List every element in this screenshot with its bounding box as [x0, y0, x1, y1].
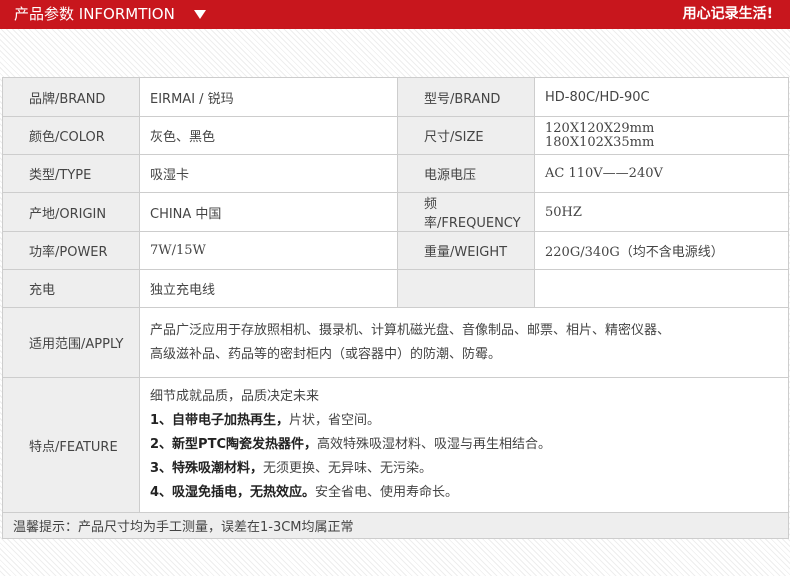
apply-line-1: 产品广泛应用于存放照相机、摄录机、计算机磁光盘、音像制品、邮票、相片、精密仪器、 — [150, 322, 671, 338]
feature-intro: 细节成就品质，品质决定未来 — [150, 389, 320, 404]
empty-label-cell — [397, 269, 535, 308]
size-value: 120X120X29mm 180X102X35mm — [534, 116, 789, 155]
table-row: 品牌/BRAND EIRMAI / 锐玛 型号/BRAND HD-80C/HD-… — [2, 77, 789, 117]
feature-1-text: 片状，省空间。 — [289, 413, 381, 428]
slogan: 用心记录生活! — [682, 6, 773, 22]
table-row: 功率/POWER 7W/15W 重量/WEIGHT 220G/340G（均不含电… — [2, 231, 789, 270]
brand-label: 品牌/BRAND — [2, 77, 140, 117]
spec-table: 品牌/BRAND EIRMAI / 锐玛 型号/BRAND HD-80C/HD-… — [2, 77, 789, 539]
charge-label: 充电 — [2, 269, 140, 308]
power-value: 7W/15W — [139, 231, 398, 270]
feature-4-text: 安全省电、使用寿命长。 — [315, 485, 459, 500]
table-row: 颜色/COLOR 灰色、黑色 尺寸/SIZE 120X120X29mm 180X… — [2, 116, 789, 155]
apply-line-2: 高级滋补品、药品等的密封柜内（或容器中）的防潮、防霉。 — [150, 346, 502, 362]
section-title: 产品参数 INFORMTION — [14, 5, 175, 23]
feature-item: 3、特殊吸潮材料，无须更换、无异味、无污染。 — [150, 457, 778, 481]
feature-label: 特点/FEATURE — [2, 377, 140, 513]
color-label: 颜色/COLOR — [2, 116, 140, 155]
table-row: 类型/TYPE 吸湿卡 电源电压 AC 110V——240V — [2, 154, 789, 193]
origin-value: CHINA 中国 — [139, 192, 398, 232]
frequency-label: 频率/FREQUENCY — [397, 192, 535, 232]
type-label: 类型/TYPE — [2, 154, 140, 193]
size-label: 尺寸/SIZE — [397, 116, 535, 155]
feature-3-text: 无须更换、无异味、无污染。 — [263, 461, 433, 476]
power-label: 功率/POWER — [2, 231, 140, 270]
feature-2-text: 高效特殊吸湿材料、吸湿与再生相结合。 — [316, 437, 551, 452]
type-value: 吸湿卡 — [139, 154, 398, 193]
empty-value-cell — [534, 269, 789, 308]
feature-item: 2、新型PTC陶瓷发热器件，高效特殊吸湿材料、吸湿与再生相结合。 — [150, 433, 778, 457]
feature-1-bold: 1、自带电子加热再生， — [150, 413, 290, 428]
weight-value: 220G/340G（均不含电源线） — [534, 231, 789, 270]
feature-item: 1、自带电子加热再生，片状，省空间。 — [150, 409, 778, 433]
measurement-note: 温馨提示：产品尺寸均为手工测量，误差在1-3CM均属正常 — [2, 512, 789, 539]
feature-2-bold: 2、新型PTC陶瓷发热器件， — [150, 437, 317, 452]
table-row: 温馨提示：产品尺寸均为手工测量，误差在1-3CM均属正常 — [2, 512, 789, 539]
triangle-down-icon — [194, 10, 206, 19]
charge-value: 独立充电线 — [139, 269, 398, 308]
table-row: 充电 独立充电线 — [2, 269, 789, 308]
size-value-1: 120X120X29mm — [545, 120, 655, 136]
size-value-2: 180X102X35mm — [545, 134, 655, 150]
feature-3-bold: 3、特殊吸潮材料， — [150, 461, 264, 476]
table-row: 产地/ORIGIN CHINA 中国 频率/FREQUENCY 50HZ — [2, 192, 789, 232]
voltage-label: 电源电压 — [397, 154, 535, 193]
table-row: 适用范围/APPLY 产品广泛应用于存放照相机、摄录机、计算机磁光盘、音像制品、… — [2, 307, 789, 378]
voltage-value: AC 110V——240V — [534, 154, 789, 193]
apply-value: 产品广泛应用于存放照相机、摄录机、计算机磁光盘、音像制品、邮票、相片、精密仪器、… — [139, 307, 789, 378]
section-header: 产品参数 INFORMTION 用心记录生活! — [0, 0, 790, 29]
apply-label: 适用范围/APPLY — [2, 307, 140, 378]
feature-list: 细节成就品质，品质决定未来 1、自带电子加热再生，片状，省空间。 2、新型PTC… — [139, 377, 789, 513]
brand-value: EIRMAI / 锐玛 — [139, 77, 398, 117]
color-value: 灰色、黑色 — [139, 116, 398, 155]
feature-item: 4、吸湿免插电，无热效应。安全省电、使用寿命长。 — [150, 481, 778, 505]
frequency-value: 50HZ — [534, 192, 789, 232]
weight-label: 重量/WEIGHT — [397, 231, 535, 270]
origin-label: 产地/ORIGIN — [2, 192, 140, 232]
model-label: 型号/BRAND — [397, 77, 535, 117]
feature-4-bold: 4、吸湿免插电，无热效应。 — [150, 485, 316, 500]
table-row: 特点/FEATURE 细节成就品质，品质决定未来 1、自带电子加热再生，片状，省… — [2, 377, 789, 513]
model-value: HD-80C/HD-90C — [534, 77, 789, 117]
